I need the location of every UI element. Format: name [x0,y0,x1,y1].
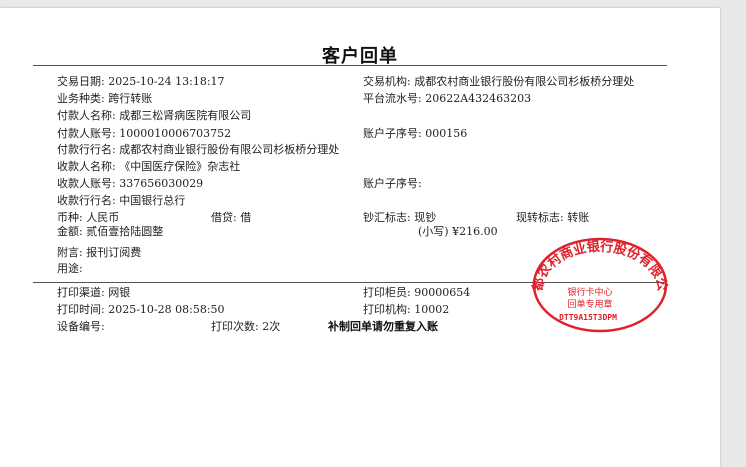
payee-name: 收款人名称: 《中国医疗保险》杂志社 [57,160,241,173]
usage: 用途: [57,262,83,275]
transfer-flag: 现转标志: 转账 [516,211,590,224]
device-no: 设备编号: [57,320,105,333]
payee-account: 收款人账号: 337656030029 [57,177,204,190]
payer-bank: 付款行行名: 成都农村商业银行股份有限公司杉板桥分理处 [57,143,340,156]
payee-bank: 收款行行名: 中国银行总行 [57,194,186,207]
seal-code: DTT9A15T3DPM [559,313,617,322]
duplicate-warning: 补制回单请勿重复入账 [328,320,438,333]
bank-seal-stamp: 成都农村商业银行股份有限公司 银行卡中心 回单专用章 DTT9A15T3DPM [530,233,669,333]
amount-upper: 金额: 贰佰壹拾陆圆整 [57,225,164,238]
payer-sub-account: 账户子序号: 000156 [363,127,468,140]
cash-flag: 钞汇标志: 现钞 [363,211,437,224]
trade-org: 交易机构: 成都农村商业银行股份有限公司杉板桥分理处 [363,75,635,88]
seal-line1: 银行卡中心 [567,286,612,298]
payer-name: 付款人名称: 成都三松肾病医院有限公司 [57,109,252,122]
amount-lower: (小写) ¥216.00 [418,225,498,238]
print-org: 打印机构: 10002 [363,303,450,316]
payer-account: 付款人账号: 1000010006703752 [57,127,232,140]
memo: 附言: 报刊订阅费 [57,246,142,259]
title-divider [33,65,667,66]
print-count: 打印次数: 2次 [211,320,281,333]
seal-arc-text: 成都农村商业银行股份有限公司 [530,233,669,293]
currency: 币种: 人民币 [57,211,120,224]
payee-sub-account: 账户子序号: [363,177,422,190]
biz-type: 业务种类: 跨行转账 [57,92,153,105]
serial-no: 平台流水号: 20622A432463203 [363,92,532,105]
print-time: 打印时间: 2025-10-28 08:58:50 [57,303,225,316]
receipt-page: 客户回单 交易日期: 2025-10-24 13:18:17 交易机构: 成都农… [0,8,720,467]
print-teller: 打印柜员: 90000654 [363,286,471,299]
seal-line2: 回单专用章 [567,298,612,310]
trade-date: 交易日期: 2025-10-24 13:18:17 [57,75,225,88]
debit-credit: 借贷: 借 [211,211,252,224]
print-channel: 打印渠道: 网银 [57,286,131,299]
